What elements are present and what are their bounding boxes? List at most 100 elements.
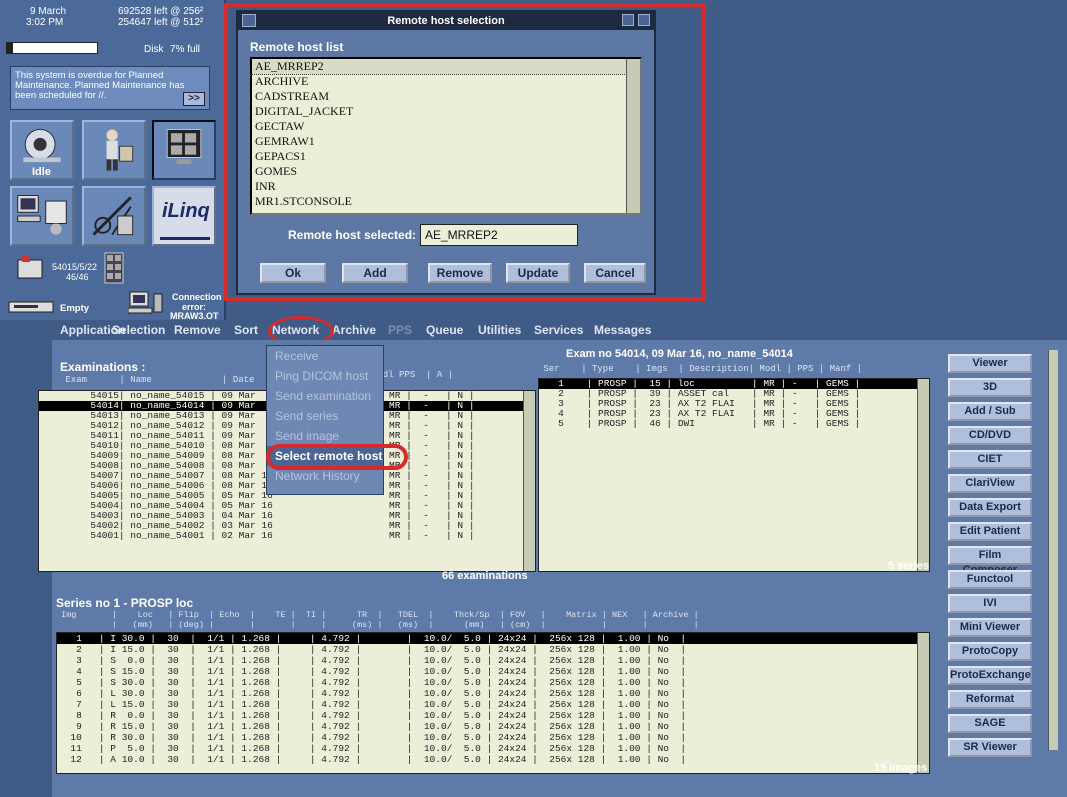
table-row[interactable]: 6 | L 30.0 | 30 | 1/1 | 1.268 | | 4.792 … — [57, 688, 929, 699]
host-list-item[interactable]: GOMES — [252, 164, 640, 179]
host-list-item[interactable]: ARCHIVE — [252, 74, 640, 89]
side-button-sage[interactable]: SAGE — [948, 714, 1032, 733]
side-button-mini-viewer[interactable]: Mini Viewer — [948, 618, 1032, 637]
host-list-scrollbar[interactable] — [626, 59, 640, 213]
side-button-protoexchange[interactable]: ProtoExchange — [948, 666, 1032, 685]
side-button-reformat[interactable]: Reformat — [948, 690, 1032, 709]
scanner-tile[interactable]: Idle — [10, 120, 74, 180]
network-menu: Receive Ping DICOM host Send examination Se… — [266, 345, 384, 495]
time-label: 3:02 PM — [26, 17, 64, 28]
table-row[interactable]: 11 | P 5.0 | 30 | 1/1 | 1.268 | | 4.792 … — [57, 743, 929, 754]
side-button-add-sub[interactable]: Add / Sub — [948, 402, 1032, 421]
side-button-clariview[interactable]: ClariView — [948, 474, 1032, 493]
examinations-count: 66 examinations — [442, 570, 528, 582]
exam-series-scrollbar[interactable] — [917, 379, 929, 571]
host-list-item[interactable]: GEPACS1 — [252, 149, 640, 164]
menu-selection[interactable]: Selection — [112, 321, 165, 339]
ok-button[interactable]: Ok — [260, 263, 326, 283]
images-header: Img | Loc | Flip | Echo | TE | TI | TR |… — [56, 610, 699, 620]
table-row[interactable]: 9 | R 15.0 | 30 | 1/1 | 1.268 | | 4.792 … — [57, 721, 929, 732]
images-left-256: 692528 left @ 256² — [118, 6, 204, 17]
cancel-button[interactable]: Cancel — [584, 263, 646, 283]
side-button-protocopy[interactable]: ProtoCopy — [948, 642, 1032, 661]
network-computer-icon — [127, 290, 164, 316]
menu-pps[interactable]: PPS — [388, 321, 412, 339]
host-list-item[interactable]: GEMRAW1 — [252, 134, 640, 149]
menubar: Application Selection Remove Sort Network Arc… — [52, 321, 1067, 339]
host-list[interactable]: AE_MRREP2 ARCHIVE CADSTREAM DIGITAL_JACKET G… — [250, 57, 642, 215]
table-row[interactable]: 12 | A 10.0 | 30 | 1/1 | 1.268 | | 4.792… — [57, 754, 929, 765]
patient-icon — [106, 129, 134, 171]
table-row[interactable]: 4 | S 15.0 | 30 | 1/1 | 1.268 | | 4.792 … — [57, 666, 929, 677]
remove-button[interactable]: Remove — [428, 263, 492, 283]
images-scrollbar[interactable] — [917, 633, 929, 773]
exam-series-header: Ser | Type | Imgs | Description| Modl | … — [538, 364, 863, 374]
menu-queue[interactable]: Queue — [426, 321, 463, 339]
main-scrollbar[interactable] — [1048, 350, 1058, 750]
exam-sub: 46/46 — [66, 272, 89, 282]
ilinq-tile[interactable]: iLinq — [152, 186, 216, 246]
side-button-edit-patient[interactable]: Edit Patient — [948, 522, 1032, 541]
table-row[interactable]: 8 | R 0.0 | 30 | 1/1 | 1.268 | | 4.792 |… — [57, 710, 929, 721]
table-row[interactable]: 1 | I 30.0 | 30 | 1/1 | 1.268 | | 4.792 … — [57, 633, 929, 644]
host-selected-label: Remote host selected: — [288, 228, 417, 242]
host-selected-field[interactable]: AE_MRREP2 — [420, 224, 578, 246]
main-panel: Examinations : Exam | Name | Date Modl P… — [38, 340, 1067, 797]
viewer-tile[interactable] — [152, 120, 216, 180]
tools-tile[interactable] — [82, 186, 146, 246]
computer-icon — [17, 195, 67, 235]
menu-messages[interactable]: Messages — [594, 321, 651, 339]
host-list-item[interactable]: GECTAW — [252, 119, 640, 134]
images-list[interactable]: 1 | I 30.0 | 30 | 1/1 | 1.268 | | 4.792 … — [56, 632, 930, 774]
add-button[interactable]: Add — [342, 263, 408, 283]
host-list-item[interactable]: MR1.STCONSOLE — [252, 194, 640, 209]
menu-sort[interactable]: Sort — [234, 321, 258, 339]
table-row[interactable]: 5 | PROSP | 46 | DWI | MR | - | GEMS | — [539, 419, 929, 429]
host-list-item[interactable]: AE_MRREP2 — [252, 59, 640, 75]
menu-remove[interactable]: Remove — [174, 321, 221, 339]
table-row[interactable]: 7 | L 15.0 | 30 | 1/1 | 1.268 | | 4.792 … — [57, 699, 929, 710]
side-button-data-export[interactable]: Data Export — [948, 498, 1032, 517]
table-row[interactable]: 3 | S 0.0 | 30 | 1/1 | 1.268 | | 4.792 |… — [57, 655, 929, 666]
network-menu-item[interactable]: Send series — [267, 406, 383, 426]
table-row[interactable]: 2 | I 15.0 | 30 | 1/1 | 1.268 | | 4.792 … — [57, 644, 929, 655]
host-list-item[interactable]: CADSTREAM — [252, 89, 640, 104]
menu-services[interactable]: Services — [534, 321, 583, 339]
examinations-scrollbar[interactable] — [523, 391, 535, 571]
host-list-item[interactable]: DIGITAL_JACKET — [252, 104, 640, 119]
network-menu-item[interactable]: Send image — [267, 426, 383, 446]
workstation-tile[interactable] — [10, 186, 74, 246]
dialog-minimize-icon[interactable] — [622, 14, 634, 26]
side-button-ivi[interactable]: IVI — [948, 594, 1032, 613]
network-menu-item[interactable]: Ping DICOM host — [267, 366, 383, 386]
side-button-ciet[interactable]: CIET — [948, 450, 1032, 469]
host-list-item[interactable]: INR — [252, 179, 640, 194]
side-button-functool[interactable]: Functool — [948, 570, 1032, 589]
dialog-title: Remote host selection — [238, 12, 654, 30]
examinations-title: Examinations : — [60, 360, 146, 374]
drive-icon — [8, 300, 54, 314]
network-menu-item[interactable]: Receive — [267, 346, 383, 366]
table-row[interactable]: 54001| no_name_54001 | 02 Mar 16 MR | - |… — [39, 531, 535, 541]
notice-expand-button[interactable]: >> — [183, 92, 205, 106]
date-label: 9 March — [30, 6, 67, 17]
table-row[interactable]: 5 | S 30.0 | 30 | 1/1 | 1.268 | | 4.792 … — [57, 677, 929, 688]
drive-status: Empty — [60, 303, 90, 314]
dialog-window-menu-icon[interactable] — [242, 14, 256, 27]
network-menu-item[interactable]: Send examination — [267, 386, 383, 406]
maintenance-text: This system is overdue for Planned Maint… — [15, 70, 185, 101]
side-button-cd-dvd[interactable]: CD/DVD — [948, 426, 1032, 445]
side-button-3d[interactable]: 3D — [948, 378, 1032, 397]
images-left-512: 254647 left @ 512² — [118, 17, 204, 28]
side-button-viewer[interactable]: Viewer — [948, 354, 1032, 373]
disk-label: Disk — [144, 44, 164, 55]
table-row[interactable]: 10 | R 30.0 | 30 | 1/1 | 1.268 | | 4.792… — [57, 732, 929, 743]
menu-archive[interactable]: Archive — [332, 321, 376, 339]
patient-tile[interactable] — [82, 120, 146, 180]
update-button[interactable]: Update — [506, 263, 570, 283]
exam-series-list[interactable]: 1 | PROSP | 15 | loc | MR | - | GEMS | 2… — [538, 378, 930, 572]
side-button-film-composer[interactable]: Film Composer — [948, 546, 1032, 576]
side-button-sr-viewer[interactable]: SR Viewer — [948, 738, 1032, 757]
menu-utilities[interactable]: Utilities — [478, 321, 521, 339]
dialog-maximize-icon[interactable] — [638, 14, 650, 26]
